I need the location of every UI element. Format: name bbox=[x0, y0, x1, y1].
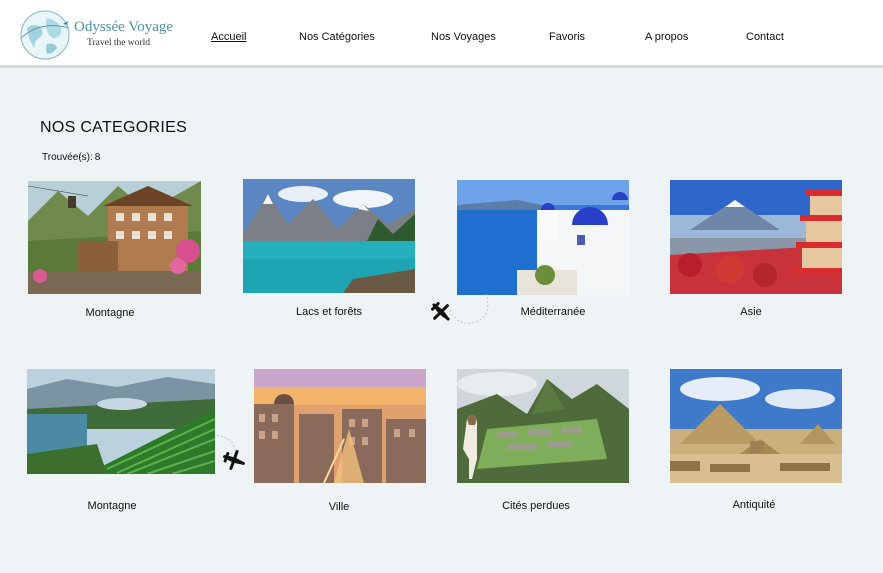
category-label-asie[interactable]: Asie bbox=[740, 306, 761, 318]
category-image-antiquite[interactable] bbox=[670, 369, 842, 483]
results-count-label: Trouvée(s): bbox=[42, 152, 93, 163]
category-image-montagne-terraces[interactable] bbox=[27, 369, 215, 474]
category-image-lacs-et-forets[interactable] bbox=[243, 179, 415, 293]
category-label-montagne-terraces[interactable]: Montagne bbox=[88, 500, 137, 512]
category-label-ville[interactable]: Ville bbox=[329, 501, 350, 513]
category-image-cites-perdues[interactable] bbox=[457, 369, 629, 483]
nav-categories[interactable]: Nos Catégories bbox=[299, 31, 375, 43]
category-image-mediterranee[interactable] bbox=[457, 180, 629, 295]
results-count-value: 8 bbox=[94, 152, 101, 163]
brand-tagline: Travel the world bbox=[87, 38, 150, 48]
page-title: NOS CATEGORIES bbox=[40, 119, 188, 136]
results-count: Trouvée(s): 8 bbox=[40, 152, 100, 163]
category-label-montagne[interactable]: Montagne bbox=[86, 307, 135, 319]
nav-a-propos[interactable]: A propos bbox=[645, 31, 688, 43]
airplane-icon bbox=[431, 293, 489, 324]
brand-name: Odyssée Voyage bbox=[74, 19, 174, 35]
category-label-lacs-et-forets[interactable]: Lacs et forêts bbox=[296, 306, 362, 318]
category-image-asie[interactable] bbox=[670, 180, 842, 294]
category-image-ville[interactable] bbox=[254, 369, 426, 483]
category-label-antiquite[interactable]: Antiquité bbox=[733, 499, 776, 511]
nav-accueil[interactable]: Accueil bbox=[211, 31, 246, 43]
globe-logo-icon bbox=[20, 10, 70, 60]
header: Odyssée Voyage Travel the world Accueil … bbox=[0, 0, 883, 68]
nav-contact[interactable]: Contact bbox=[746, 31, 784, 43]
logo[interactable]: Odyssée Voyage Travel the world bbox=[17, 8, 177, 62]
category-label-cites-perdues[interactable]: Cités perdues bbox=[502, 500, 570, 512]
category-label-mediterranee[interactable]: Méditerranée bbox=[521, 306, 586, 318]
category-image-montagne[interactable] bbox=[28, 181, 201, 294]
nav-favoris[interactable]: Favoris bbox=[549, 31, 585, 43]
nav-voyages[interactable]: Nos Voyages bbox=[431, 31, 496, 43]
airplane-icon bbox=[216, 434, 245, 470]
